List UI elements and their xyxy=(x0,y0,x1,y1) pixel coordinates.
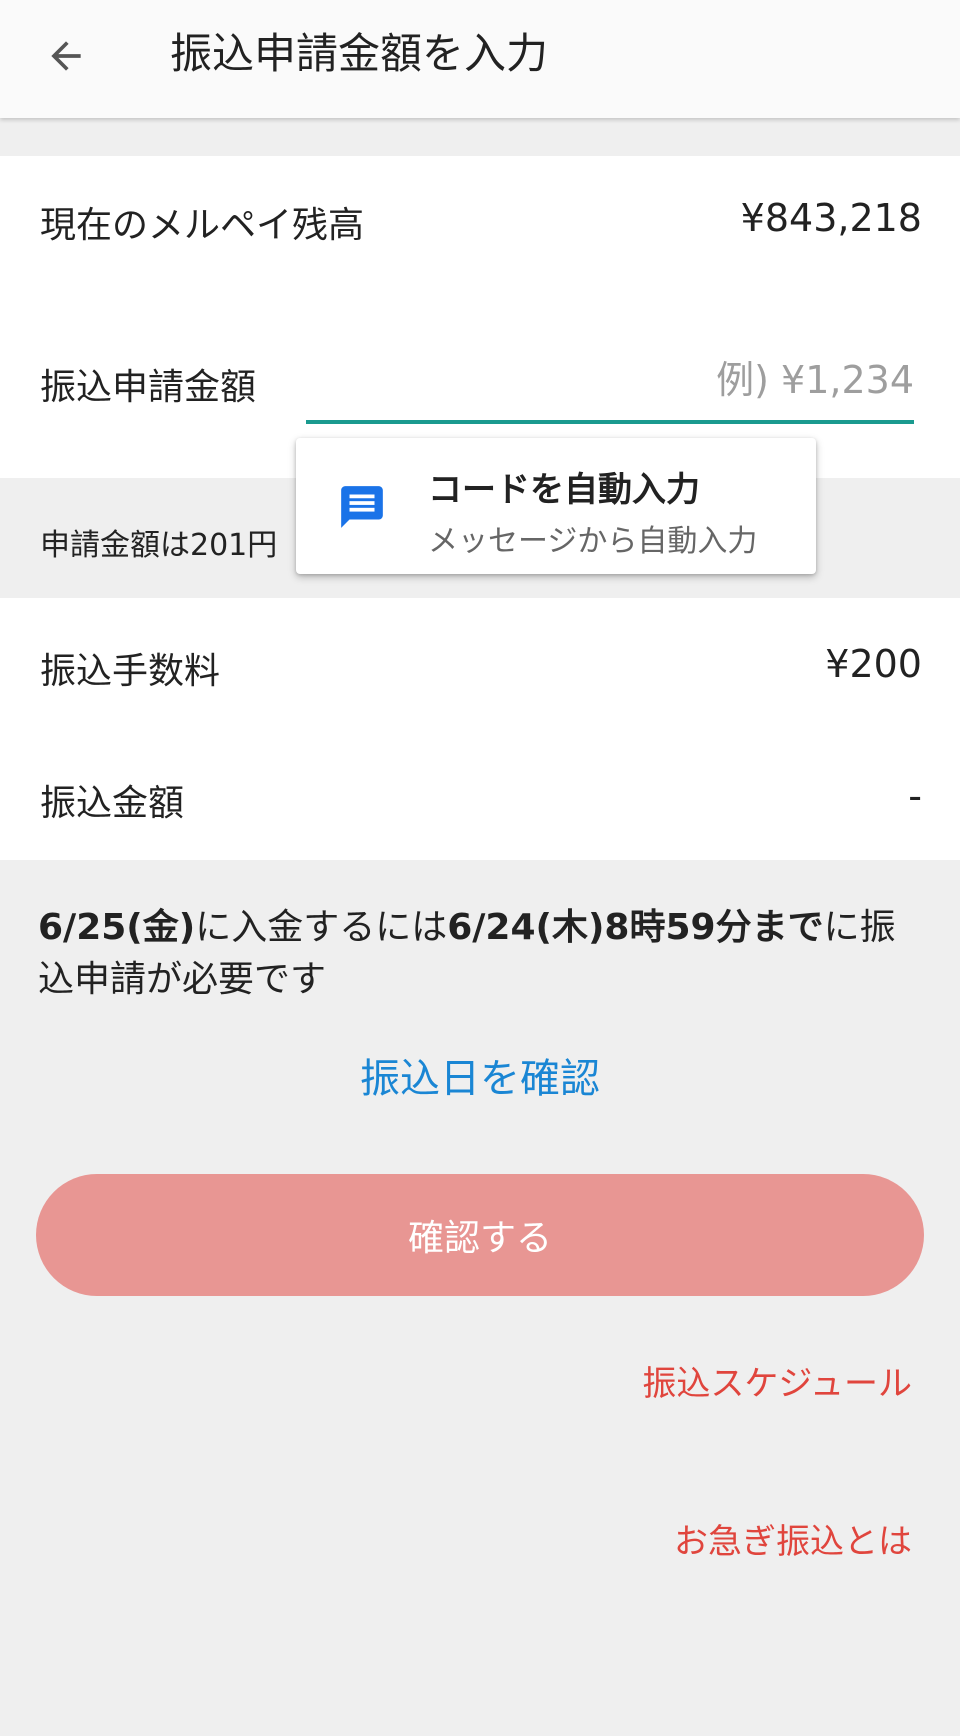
urgent-transfer-link[interactable]: お急ぎ振込とは xyxy=(674,1514,912,1563)
page-title: 振込申請金額を入力 xyxy=(170,29,549,78)
transfer-schedule-link[interactable]: 振込スケジュール xyxy=(642,1356,912,1405)
amount-info-text: 申請金額は201円 xyxy=(40,528,278,563)
request-amount-input[interactable] xyxy=(306,340,914,424)
request-amount-label: 振込申請金額 xyxy=(40,367,257,408)
deadline-notice: 6/25(金)に入金するには6/24(木)8時59分までに振込申請が必要です xyxy=(38,902,928,1006)
transfer-amount-label: 振込金額 xyxy=(40,783,185,824)
deadline-date: 6/25(金) xyxy=(38,907,196,948)
transfer-amount-value: - xyxy=(908,774,922,818)
fee-value: ¥200 xyxy=(825,642,922,686)
back-button[interactable] xyxy=(40,30,92,82)
check-date-link[interactable]: 振込日を確認 xyxy=(0,1046,960,1104)
deadline-mid: に入金するには xyxy=(195,907,448,948)
app-bar: 振込申請金額を入力 xyxy=(0,0,960,118)
balance-label: 現在のメルペイ残高 xyxy=(40,205,365,246)
fee-label: 振込手数料 xyxy=(40,651,221,692)
autofill-suggestion[interactable]: コードを自動入力 メッセージから自動入力 xyxy=(296,438,816,574)
confirm-button[interactable]: 確認する xyxy=(36,1174,924,1296)
deadline-cutoff: 6/24(木)8時59分まで xyxy=(447,907,824,948)
message-icon xyxy=(341,486,383,528)
autofill-subtitle: メッセージから自動入力 xyxy=(428,524,758,559)
arrow-back-icon xyxy=(51,41,81,71)
balance-value: ¥843,218 xyxy=(740,196,922,240)
autofill-title: コードを自動入力 xyxy=(428,470,700,510)
